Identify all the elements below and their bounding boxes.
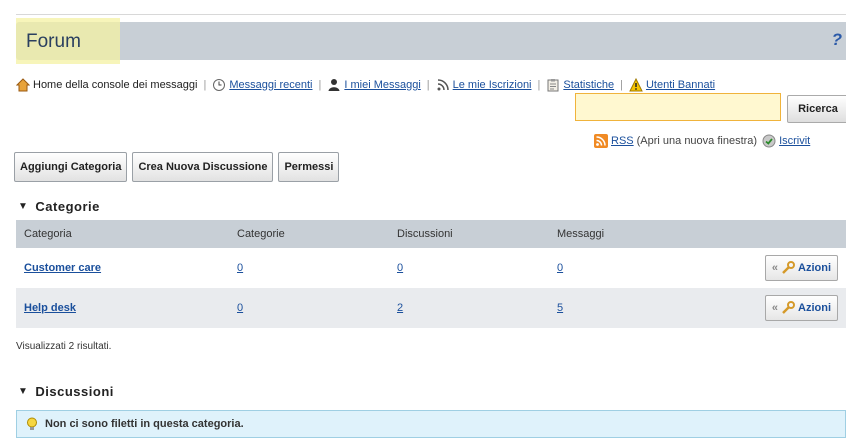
nav-statistics[interactable]: Statistiche: [546, 78, 614, 92]
collapse-icon: ▼: [18, 386, 29, 397]
nav-home-label: Home della console dei messaggi: [33, 79, 198, 91]
nav-home[interactable]: Home della console dei messaggi: [16, 78, 197, 92]
toolbar: Aggiungi Categoria Crea Nuova Discussion…: [14, 152, 340, 182]
table-header-row: Categoria Categorie Discussioni Messaggi: [16, 220, 846, 248]
subcategories-cell: 0: [229, 248, 389, 288]
messages-cell: 5: [549, 288, 707, 328]
column-header: Discussioni: [389, 220, 549, 248]
collapse-icon: ▼: [18, 201, 29, 212]
category-name-cell: Help desk: [16, 288, 229, 328]
chevron-left-icon: «: [771, 262, 778, 274]
subcategories-count-link[interactable]: 0: [237, 262, 243, 274]
categories-table: Categoria Categorie Discussioni Messaggi…: [16, 220, 846, 328]
nav-subscriptions-link[interactable]: Le mie Iscrizioni: [453, 79, 532, 91]
category-name-cell: Customer care: [16, 248, 229, 288]
empty-threads-text: Non ci sono filetti in questa categoria.: [45, 418, 244, 430]
category-link[interactable]: Customer care: [24, 262, 101, 274]
threads-count-link[interactable]: 0: [397, 262, 403, 274]
rss-bar: RSS (Apri una nuova finestra) Iscrivit: [594, 134, 810, 148]
home-icon: [16, 78, 30, 92]
table-row: Help desk 0 2 5 « Azioni: [16, 288, 846, 328]
subcategories-count-link[interactable]: 0: [237, 302, 243, 314]
messages-count-link[interactable]: 5: [557, 302, 563, 314]
nav-my-messages[interactable]: I miei Messaggi: [327, 78, 421, 92]
top-divider: [16, 14, 846, 15]
actions-label: Azioni: [798, 302, 831, 314]
page-title: Forum: [26, 31, 81, 52]
messages-count-link[interactable]: 0: [557, 262, 563, 274]
nav-separator: |: [620, 79, 623, 91]
empty-threads-message: Non ci sono filetti in questa categoria.: [16, 410, 846, 438]
nav-separator: |: [318, 79, 322, 91]
subscribe-icon: [762, 134, 776, 148]
warning-icon: [629, 78, 643, 92]
nav-separator: |: [203, 79, 207, 91]
threads-section-header[interactable]: ▼ Discussioni: [18, 384, 114, 399]
nav-banned[interactable]: Utenti Bannati: [629, 78, 715, 92]
navigation-bar: Home della console dei messaggi | Messag…: [16, 78, 715, 92]
nav-subscriptions[interactable]: Le mie Iscrizioni: [436, 78, 532, 92]
lightbulb-icon: [27, 417, 37, 430]
nav-statistics-link[interactable]: Statistiche: [563, 79, 614, 91]
column-header: Categorie: [229, 220, 389, 248]
nav-banned-link[interactable]: Utenti Bannati: [646, 79, 715, 91]
actions-cell: « Azioni: [707, 288, 846, 328]
clock-icon: [213, 79, 226, 91]
threads-cell: 2: [389, 288, 549, 328]
category-link[interactable]: Help desk: [24, 302, 76, 314]
threads-heading: Discussioni: [35, 384, 114, 399]
rss-link[interactable]: RSS: [611, 135, 634, 147]
feed-icon: [437, 79, 449, 91]
rss-note: (Apri una nuova finestra): [636, 135, 758, 147]
actions-cell: « Azioni: [707, 248, 846, 288]
nav-separator: |: [537, 79, 541, 91]
results-count: Visualizzati 2 risultati.: [16, 341, 112, 352]
table-row: Customer care 0 0 0 « Azioni: [16, 248, 846, 288]
rss-icon: [594, 134, 608, 148]
help-icon[interactable]: ?: [832, 30, 842, 50]
new-thread-button[interactable]: Crea Nuova Discussione: [132, 152, 274, 182]
column-header: Categoria: [16, 220, 229, 248]
nav-my-messages-link[interactable]: I miei Messaggi: [344, 79, 420, 91]
nav-recent-link[interactable]: Messaggi recenti: [229, 79, 312, 91]
search-input[interactable]: [575, 93, 781, 121]
user-icon: [328, 79, 340, 91]
nav-recent[interactable]: Messaggi recenti: [212, 78, 313, 92]
actions-button[interactable]: « Azioni: [764, 295, 838, 321]
search-button[interactable]: Ricerca: [787, 95, 846, 123]
clipboard-icon: [547, 79, 559, 92]
permissions-button[interactable]: Permessi: [278, 152, 340, 182]
threads-count-link[interactable]: 2: [397, 302, 403, 314]
column-header-actions: [707, 220, 846, 248]
wrench-icon: [782, 261, 795, 274]
nav-separator: |: [426, 79, 430, 91]
subcategories-cell: 0: [229, 288, 389, 328]
actions-button[interactable]: « Azioni: [764, 255, 838, 281]
column-header: Messaggi: [549, 220, 707, 248]
categories-section-header[interactable]: ▼ Categorie: [18, 199, 100, 214]
title-bar: [16, 22, 846, 60]
wrench-icon: [782, 301, 795, 314]
add-category-button[interactable]: Aggiungi Categoria: [14, 152, 128, 182]
categories-heading: Categorie: [35, 199, 100, 214]
actions-label: Azioni: [798, 262, 831, 274]
threads-cell: 0: [389, 248, 549, 288]
chevron-left-icon: «: [771, 302, 778, 314]
messages-cell: 0: [549, 248, 707, 288]
subscribe-link[interactable]: Iscrivit: [779, 135, 810, 147]
